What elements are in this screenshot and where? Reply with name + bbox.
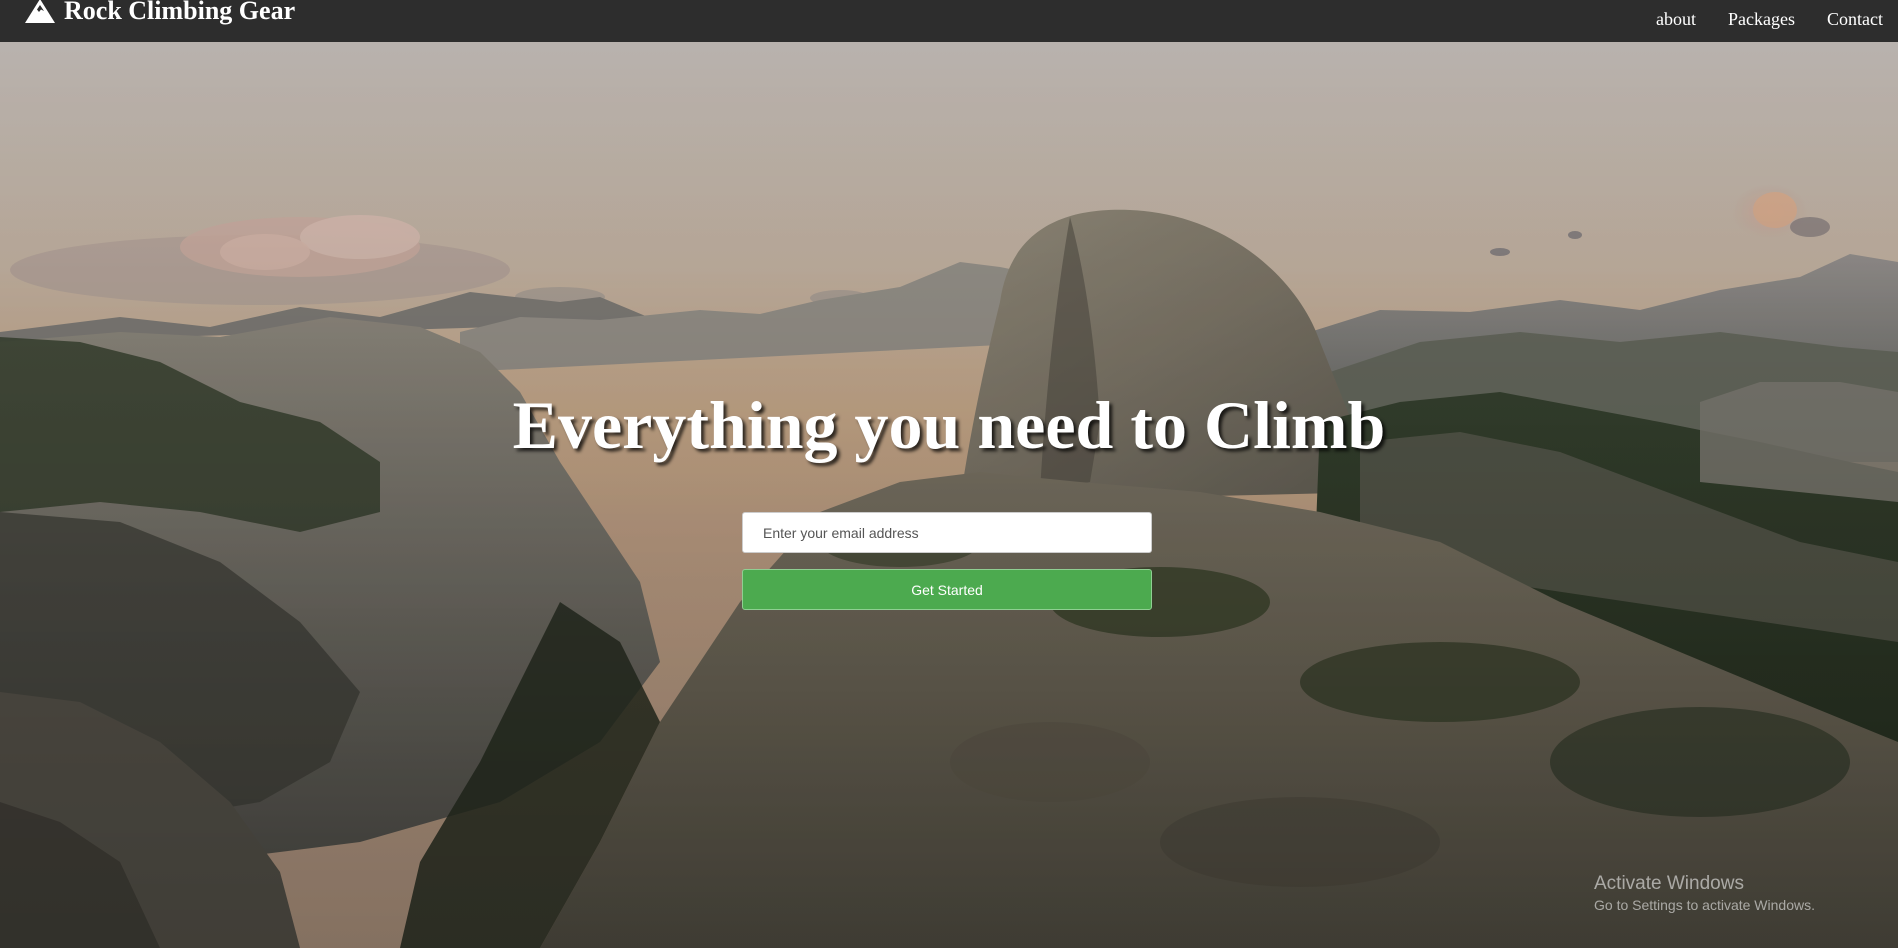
nav-links: about Packages Contact <box>1656 9 1883 30</box>
watermark-title: Activate Windows <box>1594 873 1744 894</box>
hero-section <box>0 42 1898 948</box>
mountain-valley-photo <box>0 42 1898 948</box>
get-started-button[interactable]: Get Started <box>742 569 1152 610</box>
brand[interactable]: Rock Climbing Gear <box>24 0 295 26</box>
nav-link-packages[interactable]: Packages <box>1728 9 1795 30</box>
signup-form: Get Started <box>742 512 1152 610</box>
email-input[interactable] <box>742 512 1152 553</box>
nav-link-about[interactable]: about <box>1656 9 1696 30</box>
landing-page: Rock Climbing Gear about Packages Contac… <box>0 0 1898 948</box>
activate-windows-watermark: Activate Windows Go to Settings to activ… <box>1594 873 1815 914</box>
mountain-icon <box>24 0 56 24</box>
top-navbar: Rock Climbing Gear about Packages Contac… <box>0 0 1898 42</box>
hero-headline: Everything you need to Climb <box>512 387 1386 463</box>
watermark-subtitle: Go to Settings to activate Windows. <box>1594 897 1815 913</box>
brand-name: Rock Climbing Gear <box>64 0 296 25</box>
nav-link-contact[interactable]: Contact <box>1827 9 1883 30</box>
